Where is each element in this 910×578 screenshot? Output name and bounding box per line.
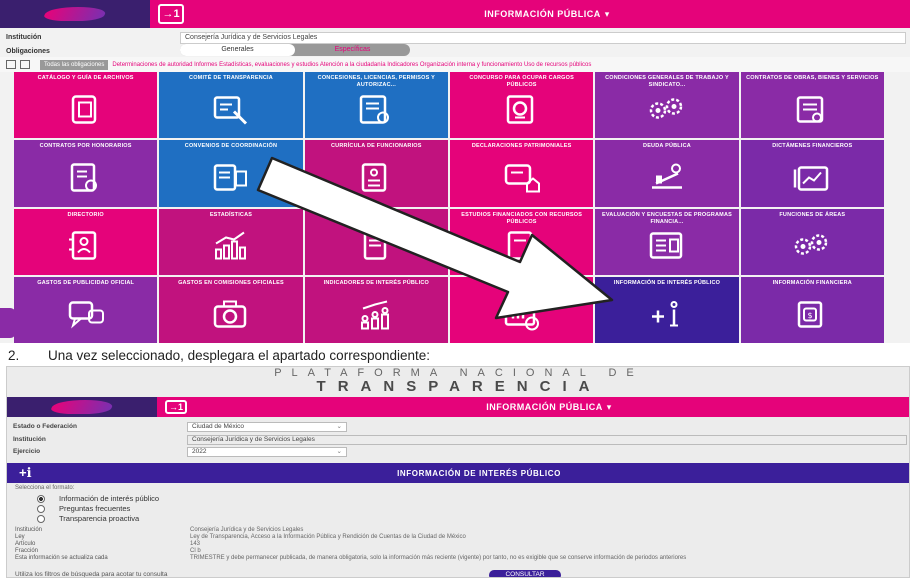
institution-select[interactable]: Consejería Jurídica y de Servicios Legal… xyxy=(187,434,907,445)
year-label: Ejercicio xyxy=(13,448,41,455)
institution-row: Institución Consejería Jurídica y de Ser… xyxy=(7,434,909,445)
state-select[interactable]: Ciudad de México ⌄ xyxy=(187,421,347,432)
screenshot-public-interest: PLATAFORMA NACIONAL DE TRANSPARENCIA →1 … xyxy=(6,366,910,578)
chevron-down-icon: ▾ xyxy=(606,401,612,412)
section-title: INFORMACIÓN DE INTERÉS PÚBLICO xyxy=(397,468,561,478)
header-bar: →1 INFORMACIÓN PÚBLICA ▾ xyxy=(7,397,909,417)
meta-update: Esta información se actualiza cada TRIMES… xyxy=(15,555,687,561)
consult-button[interactable]: CONSULTAR xyxy=(489,570,561,577)
state-label: Estado o Federación xyxy=(13,423,77,430)
meta-law: Ley Ley de Transparencia, Acceso a la Inf… xyxy=(15,534,466,540)
screenshot-obligations-grid: →1 INFORMACIÓN PÚBLICA ▾ Institución Cons… xyxy=(0,0,910,343)
chevron-down-icon: ⌄ xyxy=(336,447,342,455)
chevron-down-icon: ⌄ xyxy=(336,422,342,430)
arrow-shape xyxy=(256,156,614,320)
institution-label: Institución xyxy=(13,436,46,443)
banner-line2: TRANSPARENCIA xyxy=(316,378,602,395)
plus-info-icon: +ℹ xyxy=(19,465,32,480)
radio-unchecked-icon[interactable] xyxy=(37,504,45,513)
meta-article: Artículo 143 xyxy=(15,541,201,547)
radio-unchecked-icon[interactable] xyxy=(37,514,45,523)
arrow-annotation xyxy=(256,156,614,320)
instruction-caption: 2. Una vez seleccionado, desplegara el a… xyxy=(0,345,910,365)
logo xyxy=(7,397,157,417)
meta-institution: Institución Consejería Jurídica y de Serv… xyxy=(15,527,304,533)
radio-faq[interactable]: Preguntas frecuentes xyxy=(37,504,130,513)
radio-public-interest[interactable]: Información de interés público xyxy=(37,494,159,503)
search-hint: Utiliza los filtros de búsqueda para aco… xyxy=(15,571,168,578)
step-number: 2. xyxy=(8,347,20,363)
format-label: Selecciona el formato: xyxy=(15,485,75,491)
header-title[interactable]: INFORMACIÓN PÚBLICA ▾ xyxy=(187,401,909,413)
back-icon[interactable]: →1 xyxy=(165,400,187,414)
meta-fraction: Fracción Cl b xyxy=(15,548,201,554)
radio-checked-icon[interactable] xyxy=(37,494,45,503)
radio-proactive[interactable]: Transparencia proactiva xyxy=(37,514,139,523)
year-select[interactable]: 2022 ⌄ xyxy=(187,446,347,457)
section-header: +ℹ INFORMACIÓN DE INTERÉS PÚBLICO xyxy=(7,463,909,483)
year-row: Ejercicio 2022 ⌄ xyxy=(7,446,909,457)
step-text: Una vez seleccionado, desplegara el apar… xyxy=(48,347,431,363)
state-row: Estado o Federación Ciudad de México ⌄ xyxy=(7,421,909,432)
platform-banner: PLATAFORMA NACIONAL DE TRANSPARENCIA xyxy=(7,367,909,395)
